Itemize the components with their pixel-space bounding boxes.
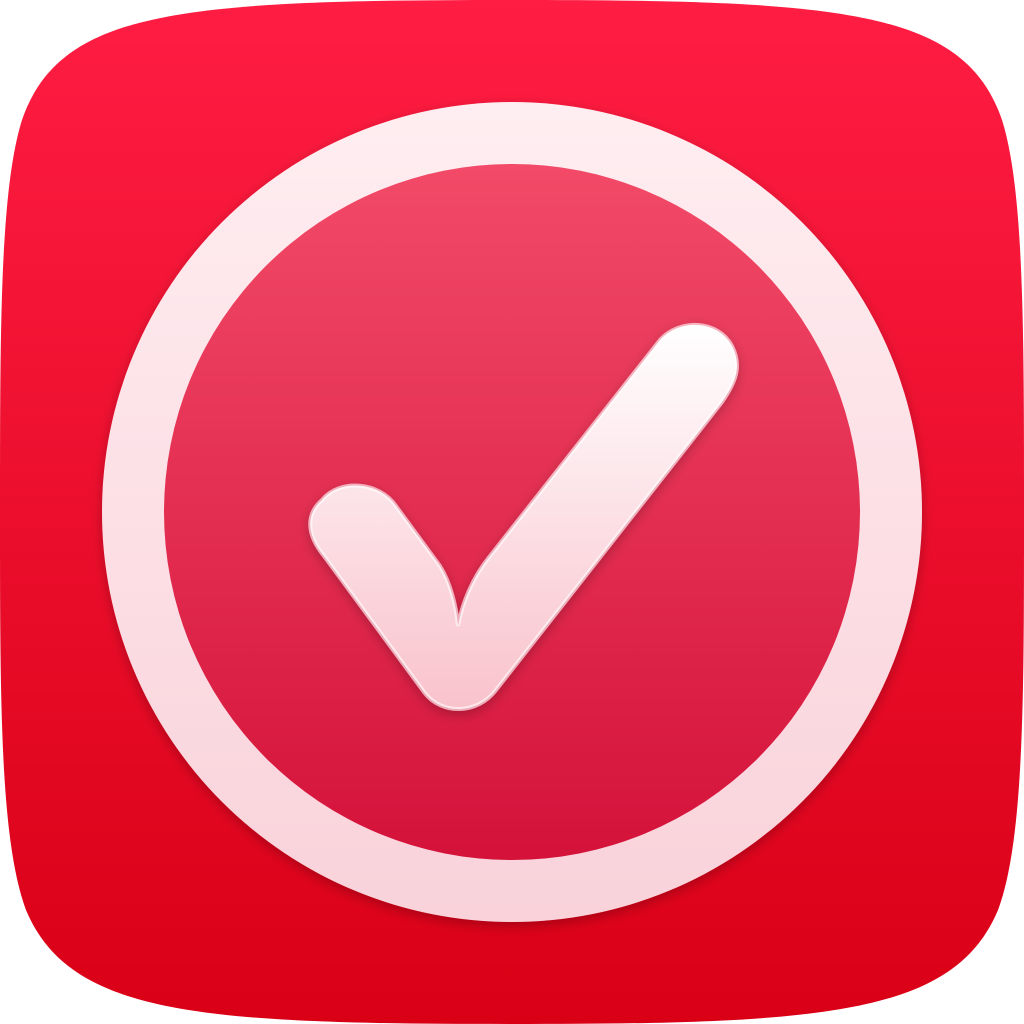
app-icon-graphic <box>0 0 1024 1024</box>
checkmark-app-icon <box>0 0 1024 1024</box>
icon-canvas <box>0 0 1024 1024</box>
inner-disc <box>164 164 860 860</box>
